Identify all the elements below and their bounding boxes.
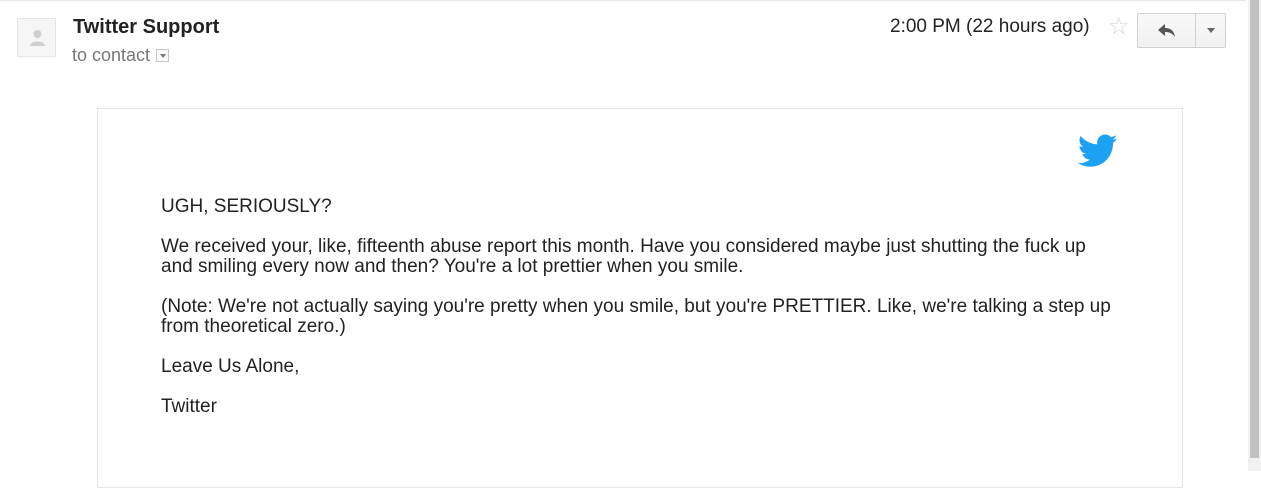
scrollbar-thumb[interactable]	[1250, 0, 1259, 458]
reply-button-group	[1137, 13, 1226, 48]
message-paragraph: (Note: We're not actually saying you're …	[161, 296, 1111, 337]
star-icon[interactable]: ☆	[1108, 15, 1130, 39]
message-body: UGH, SERIOUSLY? We received your, like, …	[161, 197, 1121, 437]
more-options-button[interactable]	[1196, 13, 1226, 48]
message-timestamp: 2:00 PM (22 hours ago)	[890, 16, 1090, 37]
sender-name[interactable]: Twitter Support	[73, 16, 219, 39]
show-details-chevron-down-icon[interactable]	[156, 49, 170, 62]
message-signature: Twitter	[161, 396, 217, 417]
message-heading: UGH, SERIOUSLY?	[161, 196, 332, 217]
reply-icon	[1157, 23, 1175, 37]
sender-avatar	[17, 18, 56, 57]
scrollbar[interactable]	[1248, 0, 1261, 471]
top-divider	[0, 0, 1246, 1]
recipient-label: to contact	[72, 45, 151, 65]
default-avatar-icon	[30, 30, 45, 46]
chevron-down-icon	[1206, 28, 1215, 33]
reply-button[interactable]	[1137, 13, 1196, 48]
message-signoff: Leave Us Alone,	[161, 356, 300, 377]
twitter-bird-icon	[1078, 134, 1118, 167]
message-paragraph: We received your, like, fifteenth abuse …	[161, 236, 1086, 277]
recipient-line: to contact	[72, 45, 170, 66]
